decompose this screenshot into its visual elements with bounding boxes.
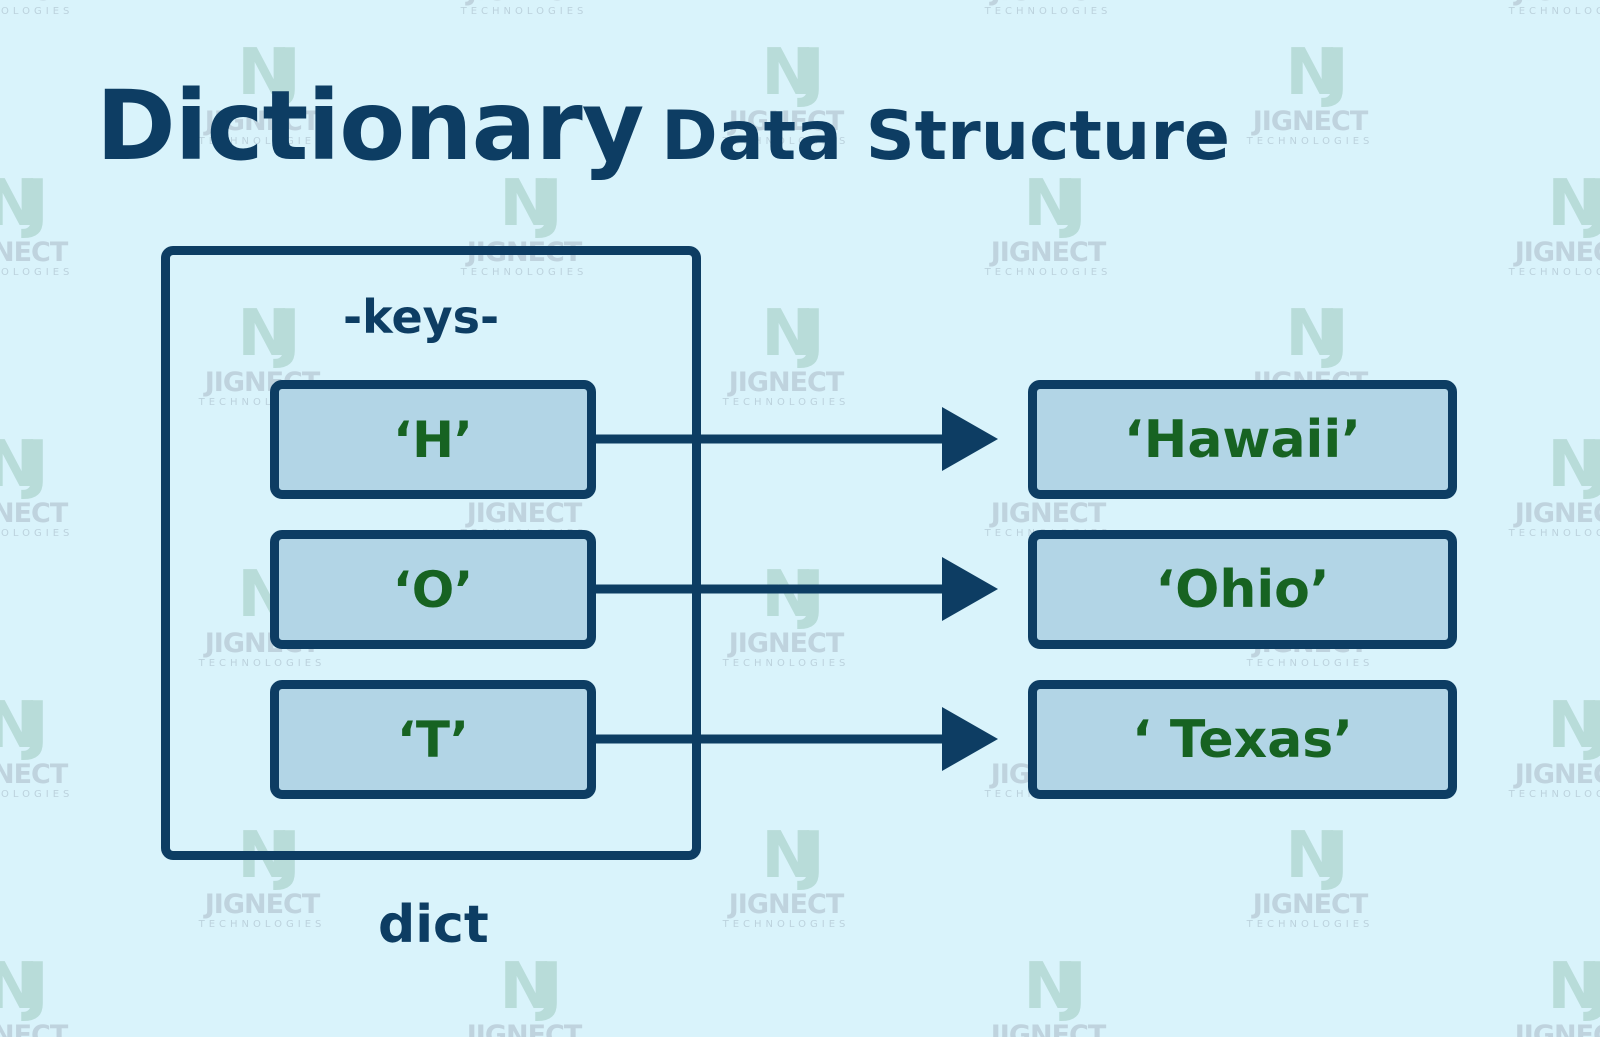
arrow-1 [596,557,998,621]
key-cell-o: ‘O’ [270,530,596,649]
value-cell-hawaii: ‘Hawaii’ [1028,380,1457,499]
arrows-layer [596,407,998,771]
key-cell-t: ‘T’ [270,680,596,799]
value-cell-ohio: ‘Ohio’ [1028,530,1457,649]
value-cell-texas: ‘ Texas’ [1028,680,1457,799]
key-cell-h: ‘H’ [270,380,596,499]
arrow-0 [596,407,998,471]
arrow-2 [596,707,998,771]
